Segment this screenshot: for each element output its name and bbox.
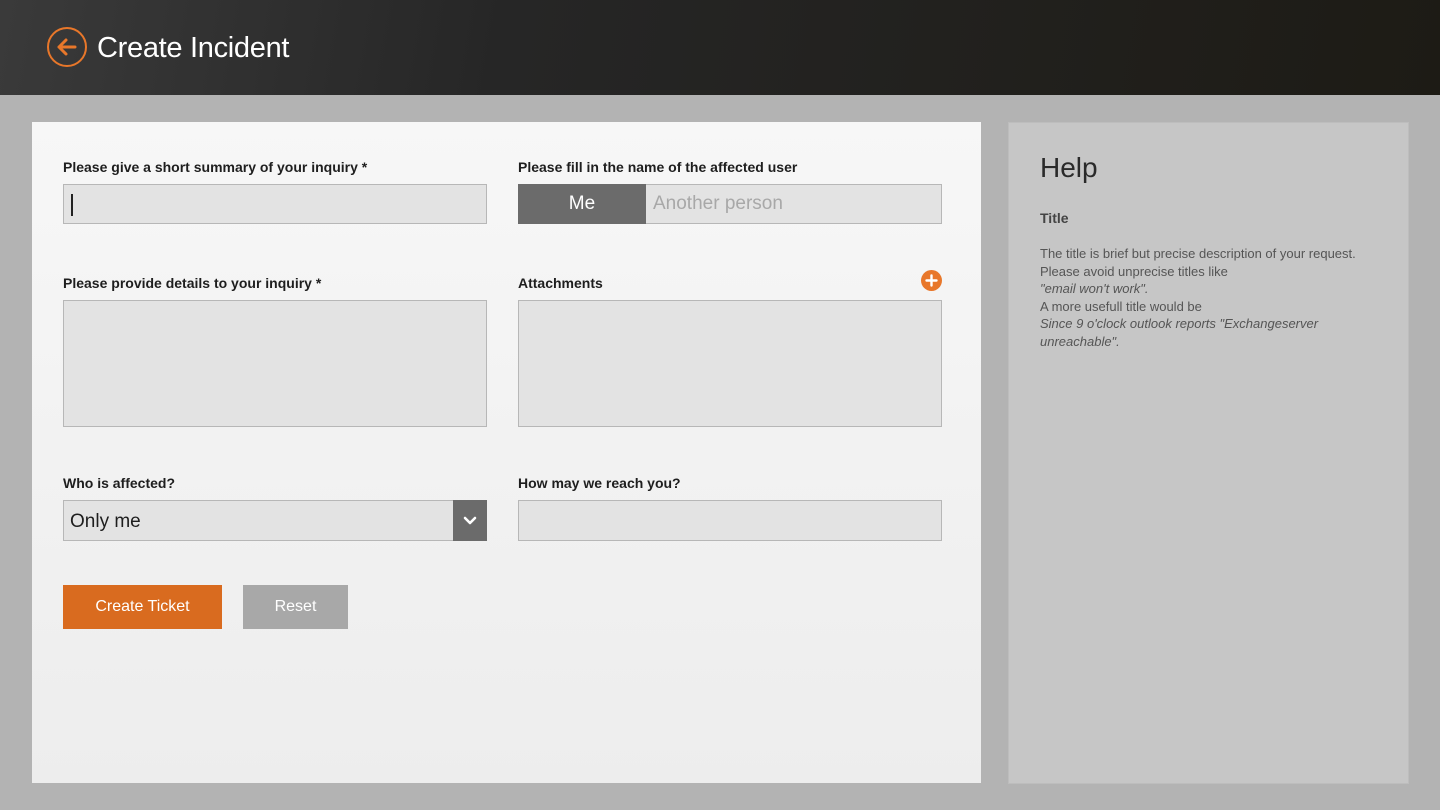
help-line: The title is brief but precise descripti… bbox=[1040, 246, 1356, 261]
page-title: Create Incident bbox=[97, 32, 290, 64]
details-label: Please provide details to your inquiry * bbox=[63, 275, 322, 291]
attachments-area[interactable] bbox=[518, 300, 942, 427]
summary-label: Please give a short summary of your inqu… bbox=[63, 159, 368, 175]
help-line: A more usefull title would be bbox=[1040, 298, 1202, 314]
help-example-bad: "email won't work". bbox=[1040, 281, 1149, 297]
affected-user-label: Please fill in the name of the affected … bbox=[518, 159, 798, 175]
help-subheading: Title bbox=[1040, 210, 1069, 226]
dropdown-toggle[interactable] bbox=[453, 500, 487, 541]
summary-input[interactable] bbox=[63, 184, 487, 224]
reach-label: How may we reach you? bbox=[518, 475, 681, 491]
reach-input[interactable] bbox=[518, 500, 942, 541]
app-header: Create Incident bbox=[0, 0, 1440, 95]
plus-icon bbox=[925, 274, 938, 287]
affected-user-me-option[interactable]: Me bbox=[518, 184, 646, 224]
arrow-left-circle-icon bbox=[57, 38, 77, 56]
reset-button[interactable]: Reset bbox=[243, 585, 348, 629]
chevron-down-icon bbox=[463, 516, 477, 524]
back-button[interactable] bbox=[47, 27, 87, 67]
add-attachment-button[interactable] bbox=[921, 270, 942, 291]
who-affected-label: Who is affected? bbox=[63, 475, 176, 491]
details-textarea[interactable] bbox=[63, 300, 487, 427]
another-person-input[interactable]: Another person bbox=[646, 184, 942, 224]
help-line: Please avoid unprecise titles like bbox=[1040, 263, 1228, 279]
text-caret bbox=[71, 194, 73, 216]
help-heading: Help bbox=[1040, 152, 1098, 183]
attachments-label: Attachments bbox=[518, 275, 603, 291]
create-ticket-button[interactable]: Create Ticket bbox=[63, 585, 222, 629]
help-text: The title is brief but precise descripti… bbox=[1040, 245, 1360, 351]
who-affected-value: Only me bbox=[70, 511, 141, 532]
help-example-good: Since 9 o'clock outlook reports "Exchang… bbox=[1040, 316, 1319, 349]
who-affected-select[interactable]: Only me bbox=[63, 500, 487, 541]
